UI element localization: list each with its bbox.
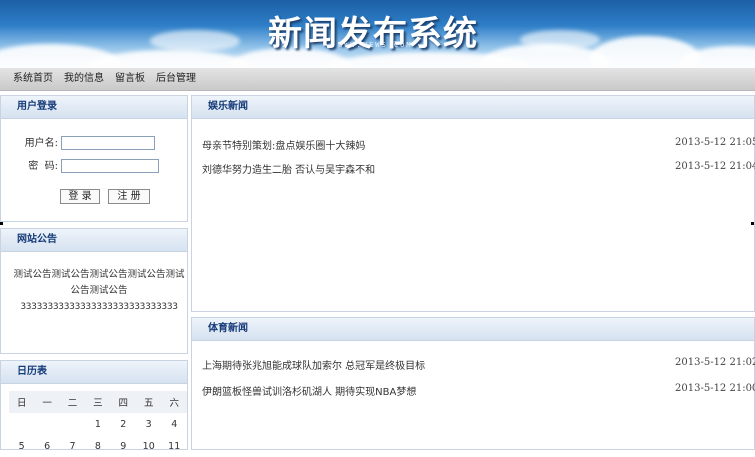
calendar-grid: 日 一 二 三 四 五 六 1 2 3 4 5 6 7 8 9 10 11 bbox=[9, 391, 187, 457]
password-input[interactable] bbox=[61, 159, 160, 173]
username-label: 用户名: bbox=[24, 138, 58, 149]
calendar-day[interactable] bbox=[60, 413, 85, 435]
calendar-day[interactable]: 11 bbox=[161, 435, 187, 457]
news-title-link[interactable]: 伊朗篮板怪兽试训洛杉矶湖人 期待实现NBA梦想 bbox=[202, 383, 416, 398]
calendar-day[interactable]: 9 bbox=[111, 435, 136, 457]
calendar-day[interactable]: 2 bbox=[111, 413, 136, 435]
weekday-fri: 五 bbox=[135, 391, 162, 413]
calendar-day[interactable]: 5 bbox=[9, 435, 34, 457]
username-input[interactable] bbox=[61, 136, 156, 150]
calendar-day[interactable]: 6 bbox=[34, 435, 59, 457]
calendar-day[interactable] bbox=[34, 413, 59, 435]
weekday-sun: 日 bbox=[9, 391, 35, 413]
login-heading: 用户登录 bbox=[1, 96, 187, 119]
edge-marker bbox=[751, 222, 754, 225]
calendar-day[interactable]: 4 bbox=[161, 413, 187, 435]
login-button[interactable]: 登 录 bbox=[60, 189, 100, 204]
notice-heading: 网站公告 bbox=[1, 229, 187, 252]
news-date: 2013-5-12 21:04:23 bbox=[675, 161, 755, 172]
register-button[interactable]: 注 册 bbox=[108, 189, 150, 204]
entertainment-heading: 娱乐新闻 bbox=[192, 96, 754, 119]
news-title-link[interactable]: 上海期待张兆旭能成球队加索尔 总冠军是终极目标 bbox=[202, 357, 425, 372]
notice-line: 测试公告测试公告测试公告测试公告测试 bbox=[13, 269, 185, 280]
nav-guestbook[interactable]: 留言板 bbox=[115, 68, 145, 90]
news-title-link[interactable]: 刘德华努力造生二胎 否认与吴宇森不和 bbox=[202, 161, 375, 176]
sports-news-panel: 体育新闻 上海期待张兆旭能成球队加索尔 总冠军是终极目标 2013-5-12 2… bbox=[191, 317, 755, 450]
calendar-heading: 日历表 bbox=[1, 361, 187, 384]
news-date: 2013-5-12 21:05:14 bbox=[675, 137, 755, 148]
site-subtitle: WWW.NEWS.COM bbox=[338, 41, 413, 49]
login-panel: 用户登录 用户名: 密 码: 登 录 注 册 bbox=[0, 95, 188, 222]
news-date: 2013-5-12 21:02:27 bbox=[675, 357, 755, 368]
edge-marker bbox=[0, 222, 3, 225]
weekday-tue: 二 bbox=[59, 391, 86, 413]
news-date: 2013-5-12 21:00:39 bbox=[675, 383, 755, 394]
news-title-link[interactable]: 母亲节特别策划:盘点娱乐圈十大辣妈 bbox=[202, 137, 365, 152]
calendar-day[interactable]: 1 bbox=[85, 413, 110, 435]
notice-content: 测试公告测试公告测试公告测试公告测试 公告测试公告 33333333333333… bbox=[9, 267, 189, 315]
calendar-day[interactable]: 10 bbox=[136, 435, 162, 457]
calendar-day[interactable]: 7 bbox=[60, 435, 85, 457]
password-label: 密 码: bbox=[28, 161, 58, 172]
weekday-mon: 一 bbox=[34, 391, 60, 413]
nav-home[interactable]: 系统首页 bbox=[13, 68, 53, 90]
weekday-wed: 三 bbox=[85, 391, 111, 413]
notice-line: 公告测试公告 bbox=[70, 285, 128, 296]
calendar-day[interactable]: 8 bbox=[85, 435, 110, 457]
calendar-day[interactable] bbox=[9, 413, 34, 435]
site-banner: 新闻发布系统 WWW.NEWS.COM bbox=[0, 0, 755, 68]
entertainment-news-panel: 娱乐新闻 母亲节特别策划:盘点娱乐圈十大辣妈 2013-5-12 21:05:1… bbox=[191, 95, 755, 312]
notice-panel: 网站公告 测试公告测试公告测试公告测试公告测试 公告测试公告 333333333… bbox=[0, 228, 188, 354]
main-nav: 系统首页 我的信息 留言板 后台管理 bbox=[0, 68, 755, 91]
sports-heading: 体育新闻 bbox=[192, 318, 754, 341]
calendar-panel: 日历表 日 一 二 三 四 五 六 1 2 3 4 5 6 7 8 9 10 1… bbox=[0, 360, 188, 452]
notice-line: 33333333333333333333333333333 bbox=[20, 302, 178, 312]
calendar-day[interactable]: 3 bbox=[136, 413, 162, 435]
weekday-sat: 六 bbox=[161, 391, 187, 413]
nav-admin[interactable]: 后台管理 bbox=[156, 68, 196, 90]
weekday-thu: 四 bbox=[110, 391, 136, 413]
nav-my-info[interactable]: 我的信息 bbox=[64, 68, 104, 90]
